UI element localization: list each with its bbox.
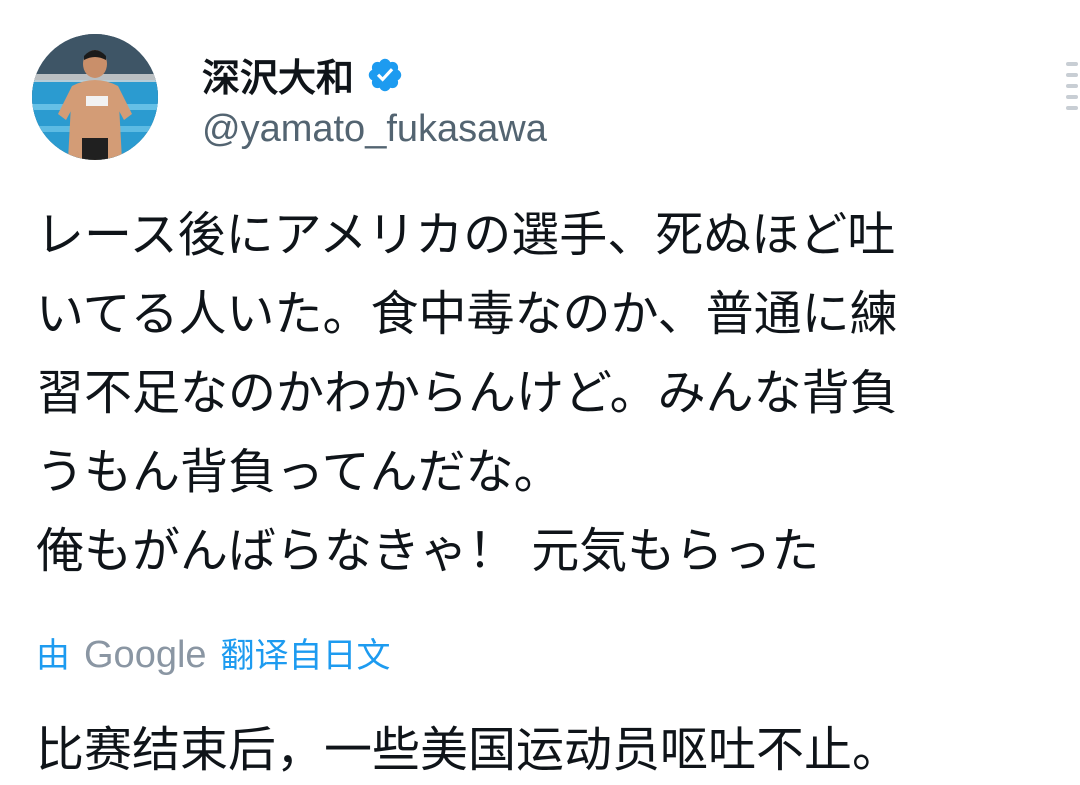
tweet-text-line: いてる人いた。食中毒なのか、普通に練 xyxy=(36,286,898,342)
tweet-text-line: レース後にアメリカの選手、死ぬほど吐 xyxy=(36,207,896,263)
tweet-header: 深沢大和 @yamato_fukasawa xyxy=(32,32,547,162)
translate-prefix: 由 xyxy=(36,636,70,676)
translated-text: 比赛结束后，一些美国运动员呕吐不止。 xyxy=(36,722,901,778)
profile-names: 深沢大和 @yamato_fukasawa xyxy=(202,44,547,151)
name-row: 深沢大和 xyxy=(202,44,547,106)
tweet-body: レース後にアメリカの選手、死ぬほど吐 いてる人いた。食中毒なのか、普通に練 習不… xyxy=(36,196,1066,591)
avatar[interactable] xyxy=(32,34,158,160)
avatar-photo xyxy=(32,34,158,160)
tweet-text-line: 俺もがんばらなきゃ！ 元気もらった xyxy=(36,523,820,579)
verified-badge-icon xyxy=(366,56,404,94)
display-name[interactable]: 深沢大和 xyxy=(202,47,354,102)
tweet-text-line: 習不足なのかわからんけど。みんな背負 xyxy=(36,365,898,421)
tweet-text-line: うもん背負ってんだな。 xyxy=(36,444,562,500)
more-options-icon[interactable] xyxy=(1066,62,1078,118)
translated-by-google-link[interactable]: 由 Google 翻译自日文 xyxy=(36,628,391,677)
user-handle[interactable]: @yamato_fukasawa xyxy=(202,108,547,151)
translate-suffix: 翻译自日文 xyxy=(220,636,391,676)
google-logo: Google xyxy=(84,634,207,676)
